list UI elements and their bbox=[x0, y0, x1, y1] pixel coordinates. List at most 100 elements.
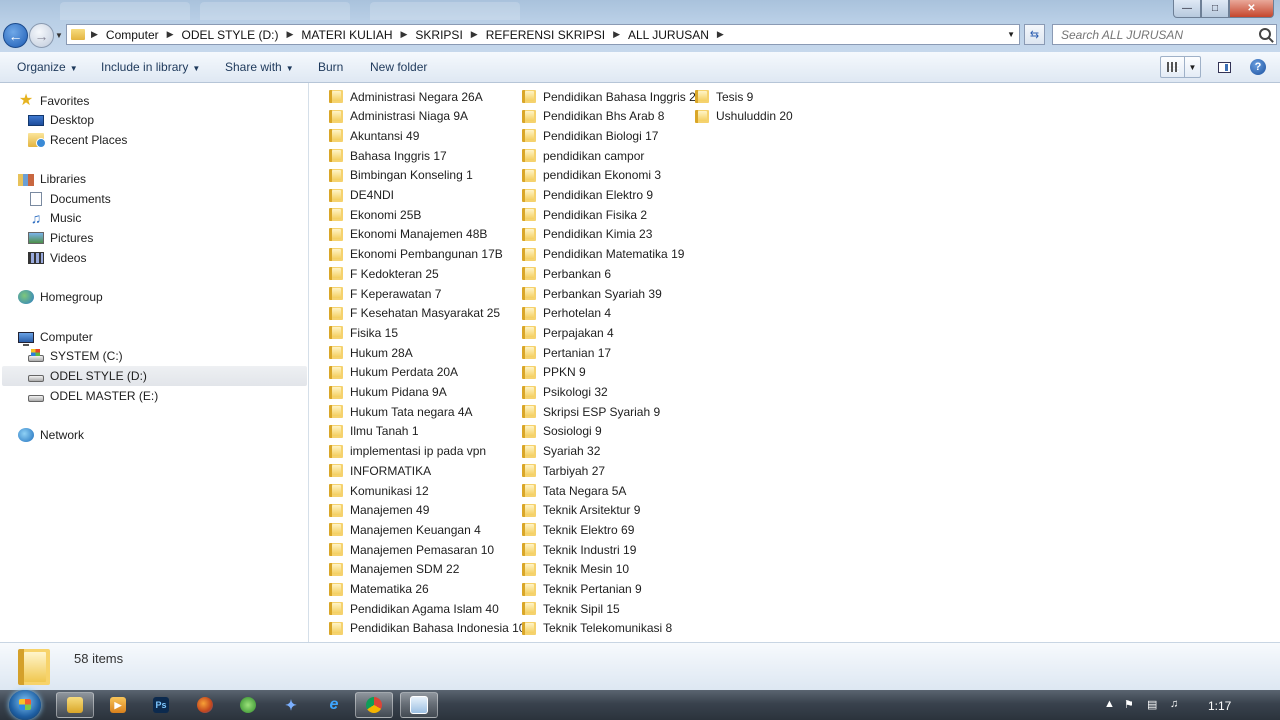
folder-item[interactable]: Pendidikan Matematika 19 bbox=[522, 245, 684, 264]
breadcrumb-referensi-skripsi[interactable]: REFERENSI SKRIPSI bbox=[486, 28, 605, 42]
folder-item[interactable]: F Kesehatan Masyarakat 25 bbox=[329, 304, 500, 323]
folder-item[interactable]: Perbankan 6 bbox=[522, 264, 611, 283]
chevron-right-icon[interactable]: ▶ bbox=[401, 29, 408, 40]
nav-homegroup[interactable]: Homegroup bbox=[18, 287, 103, 307]
folder-item[interactable]: implementasi ip pada vpn bbox=[329, 442, 486, 461]
folder-item[interactable]: Skripsi ESP Syariah 9 bbox=[522, 402, 660, 421]
view-options-dropdown[interactable]: ▼ bbox=[1184, 56, 1201, 78]
folder-item[interactable]: Teknik Pertanian 9 bbox=[522, 580, 642, 599]
folder-item[interactable]: Pendidikan Bhs Arab 8 bbox=[522, 107, 664, 126]
folder-item[interactable]: Pendidikan Elektro 9 bbox=[522, 186, 653, 205]
minimize-button[interactable]: — bbox=[1173, 0, 1201, 18]
folder-item[interactable]: Syariah 32 bbox=[522, 442, 600, 461]
folder-item[interactable]: Bimbingan Konseling 1 bbox=[329, 166, 473, 185]
taskbar-explorer[interactable] bbox=[56, 692, 94, 718]
folder-item[interactable]: Ushuluddin 20 bbox=[695, 107, 793, 126]
folder-item[interactable]: Tata Negara 5A bbox=[522, 481, 626, 500]
nav-videos[interactable]: Videos bbox=[28, 248, 86, 268]
chevron-right-icon[interactable]: ▶ bbox=[717, 29, 724, 40]
folder-item[interactable]: Pendidikan Bahasa Inggris 2 bbox=[522, 87, 696, 106]
folder-item[interactable]: Teknik Mesin 10 bbox=[522, 560, 629, 579]
breadcrumb-all-jurusan[interactable]: ALL JURUSAN bbox=[628, 28, 709, 42]
burn-button[interactable]: Burn bbox=[318, 60, 343, 74]
nav-system-c[interactable]: SYSTEM (C:) bbox=[28, 346, 123, 366]
share-with-button[interactable]: Share with ▼ bbox=[225, 60, 294, 74]
folder-item[interactable]: Ekonomi Manajemen 48B bbox=[329, 225, 487, 244]
folder-item[interactable]: Perbankan Syariah 39 bbox=[522, 284, 662, 303]
help-icon[interactable]: ? bbox=[1250, 59, 1266, 75]
maximize-button[interactable]: □ bbox=[1201, 0, 1229, 18]
taskbar-media-player[interactable]: ▶ bbox=[99, 692, 137, 718]
folder-item[interactable]: PPKN 9 bbox=[522, 363, 586, 382]
start-button[interactable] bbox=[9, 690, 41, 720]
folder-item[interactable]: Hukum Perdata 20A bbox=[329, 363, 458, 382]
preview-pane-button[interactable] bbox=[1212, 56, 1237, 78]
folder-item[interactable]: Hukum Tata negara 4A bbox=[329, 402, 473, 421]
taskbar-firefox[interactable] bbox=[186, 692, 224, 718]
nav-desktop[interactable]: Desktop bbox=[28, 110, 94, 130]
breadcrumb-materi-kuliah[interactable]: MATERI KULIAH bbox=[301, 28, 392, 42]
folder-item[interactable]: Sosiologi 9 bbox=[522, 422, 602, 441]
folder-item[interactable]: Komunikasi 12 bbox=[329, 481, 429, 500]
back-button[interactable]: ← bbox=[3, 23, 28, 48]
folder-item[interactable]: Psikologi 32 bbox=[522, 383, 608, 402]
nav-recent-places[interactable]: Recent Places bbox=[28, 130, 127, 150]
search-input[interactable] bbox=[1059, 26, 1263, 43]
folder-item[interactable]: F Keperawatan 7 bbox=[329, 284, 441, 303]
folder-item[interactable]: Pendidikan Agama Islam 40 bbox=[329, 599, 499, 618]
taskbar-app-green[interactable] bbox=[229, 692, 267, 718]
nav-favorites[interactable]: ★ Favorites bbox=[18, 91, 90, 111]
folder-item[interactable]: Hukum Pidana 9A bbox=[329, 383, 447, 402]
folder-item[interactable]: Teknik Elektro 69 bbox=[522, 520, 634, 539]
search-icon[interactable] bbox=[1259, 28, 1271, 40]
folder-item[interactable]: Tarbiyah 27 bbox=[522, 461, 605, 480]
address-history-dropdown[interactable]: ▼ bbox=[1007, 30, 1015, 39]
folder-item[interactable]: Pertanian 17 bbox=[522, 343, 611, 362]
nav-libraries[interactable]: Libraries bbox=[18, 169, 86, 189]
folder-item[interactable]: Manajemen 49 bbox=[329, 501, 429, 520]
taskbar-app-star[interactable]: ✦ bbox=[272, 692, 310, 718]
folder-item[interactable]: Hukum 28A bbox=[329, 343, 413, 362]
chevron-right-icon[interactable]: ▶ bbox=[613, 29, 620, 40]
breadcrumb-skripsi[interactable]: SKRIPSI bbox=[415, 28, 462, 42]
nav-documents[interactable]: Documents bbox=[28, 189, 111, 209]
search-box[interactable] bbox=[1052, 24, 1277, 45]
folder-item[interactable]: Pendidikan Bahasa Indonesia 10 bbox=[329, 619, 525, 638]
taskbar-notepad[interactable] bbox=[400, 692, 438, 718]
folder-item[interactable]: Bahasa Inggris 17 bbox=[329, 146, 447, 165]
taskbar-internet-explorer[interactable]: e bbox=[315, 692, 353, 718]
action-center-icon[interactable]: ⚑ bbox=[1124, 698, 1134, 711]
show-hidden-icons[interactable]: ▲ bbox=[1104, 698, 1115, 710]
network-tray-icon[interactable]: ▤ bbox=[1147, 698, 1157, 711]
change-view-button[interactable] bbox=[1160, 56, 1185, 78]
folder-item[interactable]: Fisika 15 bbox=[329, 323, 398, 342]
folder-item[interactable]: Administrasi Negara 26A bbox=[329, 87, 483, 106]
chevron-right-icon[interactable]: ▶ bbox=[286, 29, 293, 40]
address-bar[interactable]: ▶ Computer ▶ ODEL STYLE (D:) ▶ MATERI KU… bbox=[66, 24, 1020, 45]
folder-item[interactable]: pendidikan campor bbox=[522, 146, 644, 165]
folder-item[interactable]: Manajemen SDM 22 bbox=[329, 560, 459, 579]
folder-item[interactable]: F Kedokteran 25 bbox=[329, 264, 439, 283]
folder-item[interactable]: Teknik Telekomunikasi 8 bbox=[522, 619, 672, 638]
recent-pages-dropdown[interactable]: ▼ bbox=[55, 31, 63, 40]
include-in-library-button[interactable]: Include in library ▼ bbox=[101, 60, 200, 74]
organize-button[interactable]: Organize ▼ bbox=[17, 60, 78, 74]
taskbar-photoshop[interactable]: Ps bbox=[142, 692, 180, 718]
folder-item[interactable]: Teknik Sipil 15 bbox=[522, 599, 620, 618]
nav-pictures[interactable]: Pictures bbox=[28, 228, 93, 248]
folder-item[interactable]: Perpajakan 4 bbox=[522, 323, 614, 342]
folder-item[interactable]: Administrasi Niaga 9A bbox=[329, 107, 468, 126]
close-button[interactable]: ✕ bbox=[1229, 0, 1274, 18]
clock[interactable]: 1:17 bbox=[1208, 699, 1231, 713]
folder-item[interactable]: DE4NDI bbox=[329, 186, 394, 205]
chevron-right-icon[interactable]: ▶ bbox=[471, 29, 478, 40]
taskbar-chrome[interactable] bbox=[355, 692, 393, 718]
new-folder-button[interactable]: New folder bbox=[370, 60, 427, 74]
nav-computer[interactable]: Computer bbox=[18, 327, 93, 347]
chevron-right-icon[interactable]: ▶ bbox=[167, 29, 174, 40]
folder-item[interactable]: Teknik Industri 19 bbox=[522, 540, 636, 559]
folder-item[interactable]: Pendidikan Fisika 2 bbox=[522, 205, 647, 224]
folder-item[interactable]: pendidikan Ekonomi 3 bbox=[522, 166, 661, 185]
folder-item[interactable]: Matematika 26 bbox=[329, 580, 429, 599]
folder-item[interactable]: Manajemen Keuangan 4 bbox=[329, 520, 481, 539]
